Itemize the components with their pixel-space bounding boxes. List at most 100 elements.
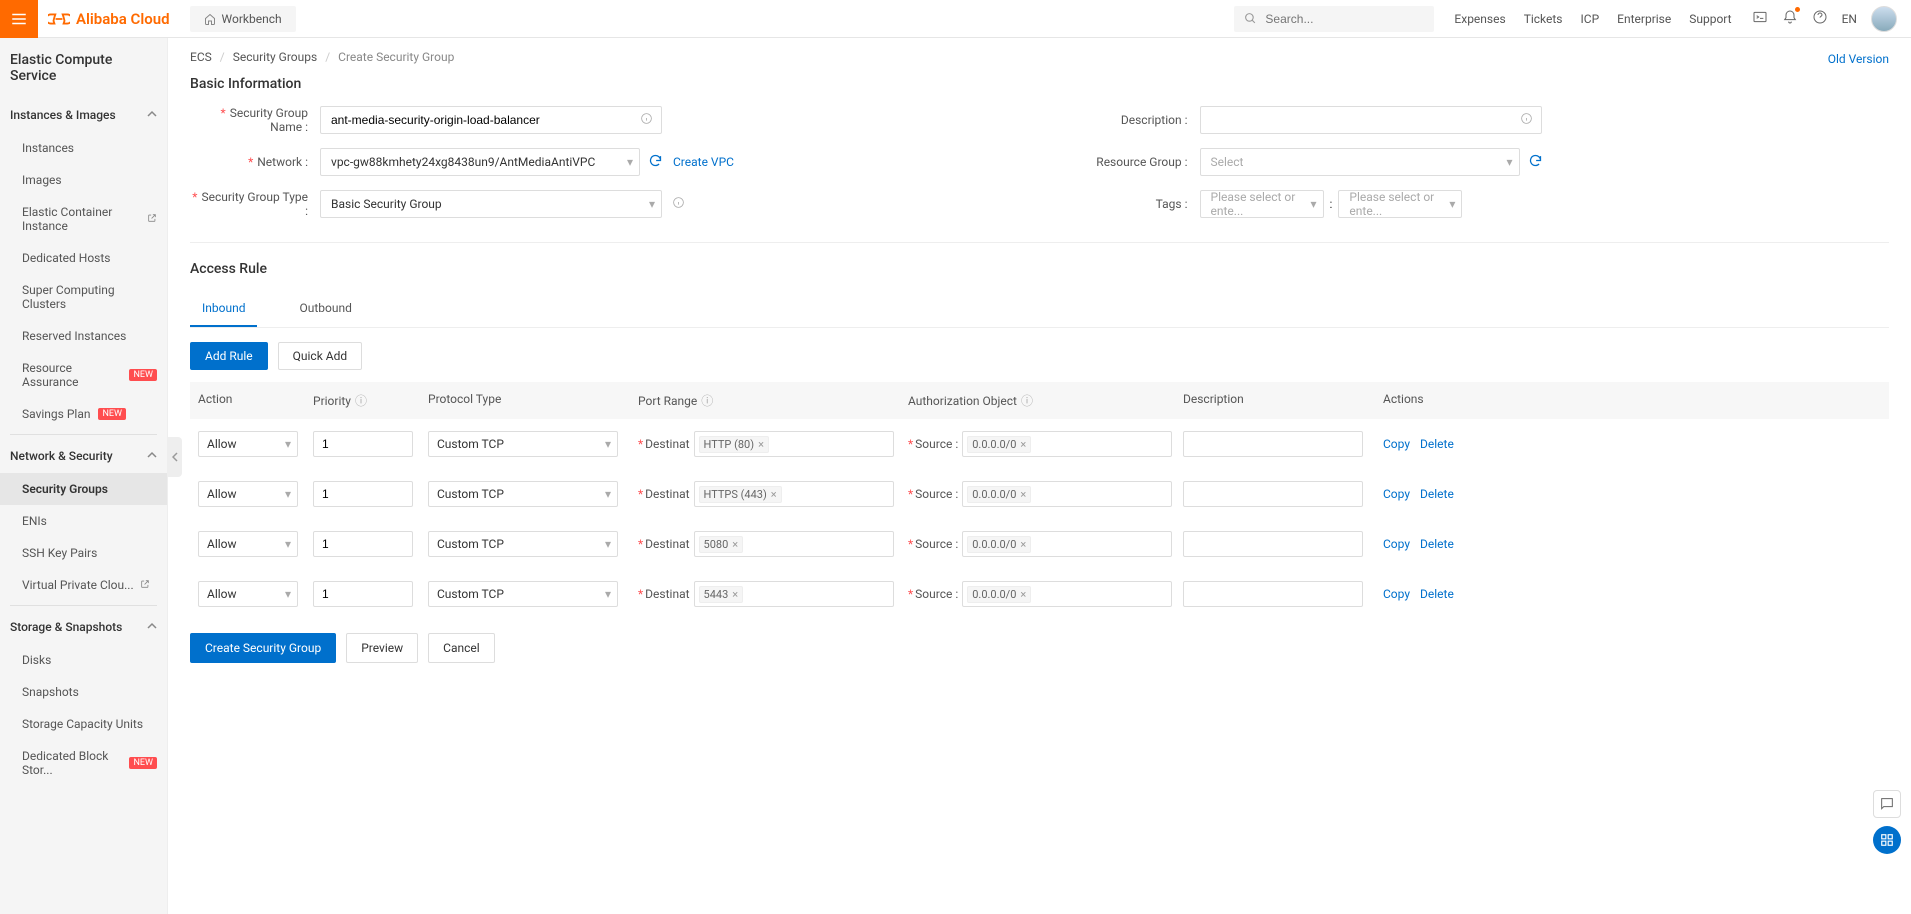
brand-logo[interactable]: Alibaba Cloud <box>48 8 170 30</box>
old-version-link[interactable]: Old Version <box>1828 52 1889 66</box>
select-network[interactable]: vpc-gw88kmhety24xg8438un9/AntMediaAntiVP… <box>320 148 640 176</box>
header-link-support[interactable]: Support <box>1689 12 1731 26</box>
protocol-select[interactable]: Custom TCP▾ <box>428 581 618 607</box>
priority-input[interactable] <box>313 431 413 457</box>
sidebar-item[interactable]: Security Groups <box>0 473 167 505</box>
header-link-enterprise[interactable]: Enterprise <box>1617 12 1671 26</box>
avatar[interactable] <box>1871 6 1897 32</box>
remove-chip-icon[interactable]: × <box>732 588 738 601</box>
header-link-icp[interactable]: ICP <box>1581 12 1600 26</box>
tab-inbound[interactable]: Inbound <box>190 291 257 327</box>
search-box[interactable] <box>1234 6 1434 32</box>
sidebar-item[interactable]: Resource AssuranceNEW <box>0 352 167 398</box>
copy-button[interactable]: Copy <box>1383 587 1410 601</box>
action-select[interactable]: Allow▾ <box>198 581 298 607</box>
sidebar-collapse-handle[interactable] <box>168 437 182 477</box>
tag-key-select[interactable]: Please select or ente... ▾ <box>1200 190 1324 218</box>
tab-outbound[interactable]: Outbound <box>287 291 363 327</box>
action-select[interactable]: Allow▾ <box>198 431 298 457</box>
port-input[interactable]: 5443 × <box>694 581 894 607</box>
info-icon[interactable] <box>640 112 653 128</box>
chat-button[interactable] <box>1873 790 1901 818</box>
refresh-network-icon[interactable] <box>648 153 663 171</box>
breadcrumb-sg[interactable]: Security Groups <box>233 50 317 64</box>
sidebar-item[interactable]: Super Computing Clusters <box>0 274 167 320</box>
workbench-button[interactable]: Workbench <box>190 6 296 32</box>
sidebar-item[interactable]: Virtual Private Clou... <box>0 569 167 601</box>
sidebar-item[interactable]: Reserved Instances <box>0 320 167 352</box>
sidebar-section[interactable]: Network & Security <box>0 439 167 473</box>
quick-add-button[interactable]: Quick Add <box>278 342 363 370</box>
sidebar-item[interactable]: SSH Key Pairs <box>0 537 167 569</box>
remove-chip-icon[interactable]: × <box>1020 538 1026 551</box>
tag-value-select[interactable]: Please select or ente... ▾ <box>1338 190 1462 218</box>
source-input[interactable]: 0.0.0.0/0 × <box>962 481 1172 507</box>
port-input[interactable]: 5080 × <box>694 531 894 557</box>
remove-chip-icon[interactable]: × <box>758 438 764 451</box>
priority-input[interactable] <box>313 481 413 507</box>
remove-chip-icon[interactable]: × <box>1020 588 1026 601</box>
delete-button[interactable]: Delete <box>1420 437 1454 451</box>
sidebar-item[interactable]: Images <box>0 164 167 196</box>
select-type[interactable]: Basic Security Group ▾ <box>320 190 662 218</box>
select-resource-group[interactable]: Select ▾ <box>1200 148 1520 176</box>
cancel-button[interactable]: Cancel <box>428 633 495 663</box>
delete-button[interactable]: Delete <box>1420 537 1454 551</box>
remove-chip-icon[interactable]: × <box>1020 438 1026 451</box>
header-link-tickets[interactable]: Tickets <box>1524 12 1563 26</box>
sidebar-item[interactable]: Storage Capacity Units <box>0 708 167 740</box>
copy-button[interactable]: Copy <box>1383 487 1410 501</box>
create-vpc-link[interactable]: Create VPC <box>673 155 734 169</box>
copy-button[interactable]: Copy <box>1383 537 1410 551</box>
delete-button[interactable]: Delete <box>1420 587 1454 601</box>
apps-button[interactable] <box>1873 826 1901 854</box>
hamburger-menu-button[interactable] <box>0 0 38 38</box>
source-input[interactable]: 0.0.0.0/0 × <box>962 531 1172 557</box>
port-input[interactable]: HTTPS (443) × <box>694 481 894 507</box>
description-input[interactable] <box>1183 431 1363 457</box>
input-description[interactable] <box>1211 113 1513 127</box>
sidebar-item[interactable]: Savings PlanNEW <box>0 398 167 430</box>
info-icon[interactable] <box>1520 112 1533 128</box>
protocol-select[interactable]: Custom TCP▾ <box>428 431 618 457</box>
description-input[interactable] <box>1183 481 1363 507</box>
source-input[interactable]: 0.0.0.0/0 × <box>962 431 1172 457</box>
help-icon[interactable] <box>1812 9 1828 28</box>
search-input[interactable] <box>1265 12 1424 26</box>
sidebar-item[interactable]: Snapshots <box>0 676 167 708</box>
header-link-expenses[interactable]: Expenses <box>1454 12 1505 26</box>
description-input[interactable] <box>1183 531 1363 557</box>
create-sg-button[interactable]: Create Security Group <box>190 633 336 663</box>
sidebar-item[interactable]: Dedicated Hosts <box>0 242 167 274</box>
sidebar-item[interactable]: Dedicated Block Stor...NEW <box>0 740 167 786</box>
action-select[interactable]: Allow▾ <box>198 531 298 557</box>
cloudshell-icon[interactable] <box>1752 9 1768 28</box>
sidebar-item[interactable]: Disks <box>0 644 167 676</box>
remove-chip-icon[interactable]: × <box>1020 488 1026 501</box>
lang-selector[interactable]: EN <box>1842 12 1857 26</box>
sidebar-section[interactable]: Instances & Images <box>0 98 167 132</box>
copy-button[interactable]: Copy <box>1383 437 1410 451</box>
sidebar-section[interactable]: Storage & Snapshots <box>0 610 167 644</box>
notification-icon[interactable] <box>1782 9 1798 28</box>
sidebar-item[interactable]: Instances <box>0 132 167 164</box>
action-select[interactable]: Allow▾ <box>198 481 298 507</box>
source-input[interactable]: 0.0.0.0/0 × <box>962 581 1172 607</box>
sidebar-item[interactable]: Elastic Container Instance <box>0 196 167 242</box>
info-icon[interactable] <box>672 196 685 212</box>
add-rule-button[interactable]: Add Rule <box>190 342 268 370</box>
protocol-select[interactable]: Custom TCP▾ <box>428 531 618 557</box>
delete-button[interactable]: Delete <box>1420 487 1454 501</box>
breadcrumb-ecs[interactable]: ECS <box>190 50 212 64</box>
refresh-rg-icon[interactable] <box>1528 153 1543 171</box>
sidebar-item[interactable]: ENIs <box>0 505 167 537</box>
port-input[interactable]: HTTP (80) × <box>694 431 894 457</box>
priority-input[interactable] <box>313 581 413 607</box>
remove-chip-icon[interactable]: × <box>771 488 777 501</box>
remove-chip-icon[interactable]: × <box>732 538 738 551</box>
protocol-select[interactable]: Custom TCP▾ <box>428 481 618 507</box>
preview-button[interactable]: Preview <box>346 633 418 663</box>
description-input[interactable] <box>1183 581 1363 607</box>
priority-input[interactable] <box>313 531 413 557</box>
input-name[interactable] <box>331 113 633 127</box>
